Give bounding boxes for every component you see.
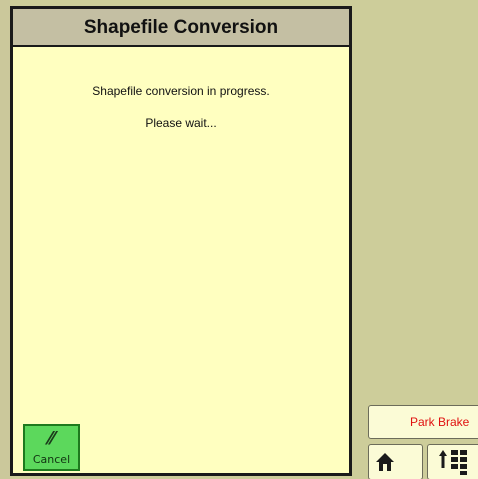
menu-button[interactable] [427, 444, 478, 479]
display-screen: Shapefile Conversion Shapefile conversio… [0, 0, 478, 479]
menu-grid-up-icon [439, 450, 467, 475]
wait-message: Please wait... [145, 116, 217, 130]
left-edge-strip [0, 0, 10, 479]
park-brake-indicator[interactable]: Park Brake [368, 405, 478, 439]
cancel-label: Cancel [32, 453, 71, 466]
cancel-slash-icon: ⁄⁄ [48, 428, 55, 449]
right-panel: Park Brake [356, 0, 478, 479]
cancel-button[interactable]: ⁄⁄ Cancel [23, 424, 80, 471]
progress-message: Shapefile conversion in progress. [92, 84, 270, 98]
home-button[interactable] [368, 444, 423, 479]
shapefile-conversion-dialog: Shapefile Conversion Shapefile conversio… [10, 6, 352, 476]
dialog-title: Shapefile Conversion [13, 9, 349, 47]
home-icon [376, 453, 394, 471]
